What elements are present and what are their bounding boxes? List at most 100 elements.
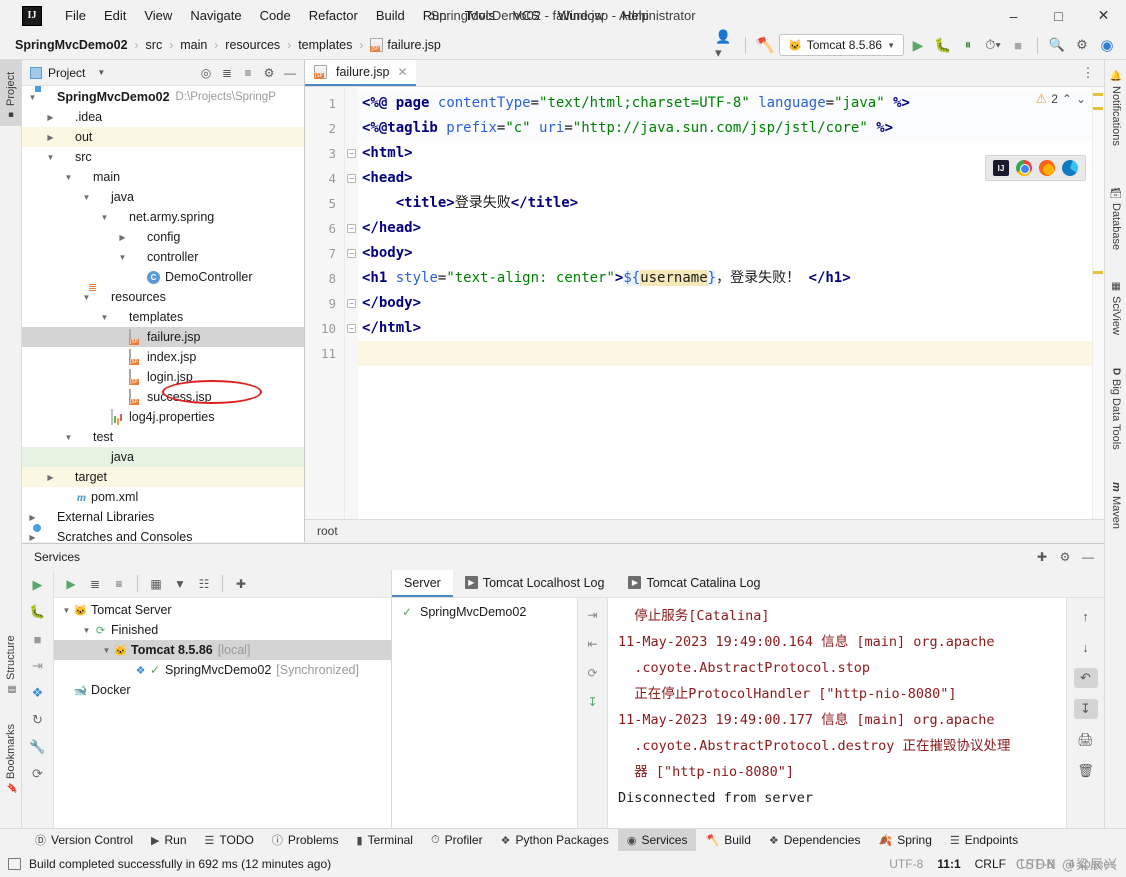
scroll-down-icon[interactable]: ↓ [1074, 637, 1098, 657]
open-in-browser-popup[interactable]: IJ [985, 155, 1086, 181]
project-tree-row[interactable]: ▼ controller [22, 247, 304, 267]
bottom-bar-dependencies[interactable]: ❖ Dependencies [760, 829, 870, 852]
chevron-right-icon[interactable]: ▶ [26, 533, 39, 542]
expand-all-icon[interactable]: ≣ [217, 63, 237, 83]
chevron-right-icon[interactable]: ▶ [116, 233, 129, 242]
stop-button[interactable]: ■ [1007, 34, 1029, 56]
menu-code[interactable]: Code [251, 5, 300, 26]
minimize-button[interactable]: – [991, 0, 1036, 31]
code-line[interactable]: </head> [358, 216, 1104, 241]
sidebar-item-big-data-tools[interactable]: D Big Data Tools [1105, 362, 1126, 472]
chevron-right-icon[interactable]: ▶ [44, 473, 57, 482]
step-in-icon[interactable]: ⇤ [583, 635, 603, 653]
menu-edit[interactable]: Edit [95, 5, 135, 26]
chevron-down-icon[interactable]: ▼ [100, 646, 113, 655]
tab-server[interactable]: Server [392, 570, 453, 597]
menu-window[interactable]: Window [549, 5, 613, 26]
bottom-bar-build[interactable]: 🪓 Build [696, 829, 759, 852]
project-tree-row[interactable]: java [22, 447, 304, 467]
fold-toggle-icon[interactable]: − [345, 141, 358, 166]
bottom-bar-todo[interactable]: ☰ TODO [196, 829, 263, 852]
close-button[interactable]: ✕ [1081, 0, 1126, 31]
menu-run[interactable]: Run [414, 5, 456, 26]
edit-config-icon[interactable]: ❖ [28, 684, 48, 702]
breadcrumb-project[interactable]: SpringMvcDemo02 [12, 37, 131, 53]
gear-icon[interactable]: ⚙ [1055, 547, 1075, 567]
project-tree-row[interactable]: ▶ External Libraries [22, 507, 304, 527]
code-line[interactable]: </body> [358, 291, 1104, 316]
filter-icon[interactable]: ▼ [169, 574, 191, 594]
project-tree-row[interactable]: ▼ net.army.spring [22, 207, 304, 227]
run-button[interactable]: ▶ [907, 34, 929, 56]
services-tree-row[interactable]: ❖ ✓ SpringMvcDemo02 [Synchronized] [54, 660, 391, 680]
scroll-to-end-icon[interactable]: ↧ [1073, 699, 1098, 719]
bottom-bar-version-control[interactable]: Ⓓ Version Control [26, 829, 142, 852]
add-service-icon[interactable]: ✚ [1032, 547, 1052, 567]
prev-problem-icon[interactable]: ⌃ [1062, 92, 1072, 106]
code-content[interactable]: <%@ page contentType="text/html;charset=… [358, 87, 1104, 519]
inspection-widget[interactable]: ⚠ 2 ⌃ ⌄ [1036, 91, 1086, 107]
hammer-icon[interactable]: 🪓 [754, 34, 776, 56]
inspection-scrollbar[interactable] [1092, 87, 1104, 519]
status-encoding[interactable]: UTF-8 [889, 857, 923, 871]
chevron-down-icon[interactable]: ▼ [62, 173, 75, 182]
menu-view[interactable]: View [135, 5, 181, 26]
project-tree-row[interactable]: ▶ target [22, 467, 304, 487]
gear-icon[interactable]: ⚙ [1071, 34, 1093, 56]
fold-toggle-icon[interactable]: − [345, 216, 358, 241]
tab-failure-jsp[interactable]: failure.jsp ✕ [305, 60, 416, 86]
chevron-down-icon[interactable]: ▼ [80, 293, 93, 302]
bottom-bar-problems[interactable]: ⓘ Problems [263, 829, 348, 852]
menu-tools[interactable]: Tools [456, 5, 504, 26]
bottom-bar-spring[interactable]: 🍂 Spring [869, 829, 940, 852]
chevron-down-icon[interactable]: ▼ [80, 193, 93, 202]
project-tree-row[interactable]: ▶ out [22, 127, 304, 147]
collapse-all-icon[interactable]: ≡ [238, 63, 258, 83]
gear-icon[interactable]: ⚙ [259, 63, 279, 83]
chevron-down-icon[interactable]: ▼ [98, 313, 111, 322]
services-tree[interactable]: ▼ 🐱 Tomcat Server ▼ ⟳ Finished ▼ 🐱 Tomcat 8.5.86… [54, 598, 391, 828]
chevron-down-icon[interactable]: ▼ [116, 253, 129, 262]
project-tree-row[interactable]: ▼ templates [22, 307, 304, 327]
menu-vcs[interactable]: VCS [504, 5, 549, 26]
sidebar-item-structure[interactable]: ▤ Structure [0, 620, 22, 700]
services-tree-row[interactable]: ▼ 🐱 Tomcat Server [54, 600, 391, 620]
chevron-down-icon[interactable]: ▼ [91, 63, 111, 83]
code-line[interactable]: </html> [358, 316, 1104, 341]
next-problem-icon[interactable]: ⌄ [1076, 92, 1086, 106]
project-tree-row[interactable]: ▼ test [22, 427, 304, 447]
chrome-icon[interactable] [1016, 160, 1032, 176]
chevron-right-icon[interactable]: ▶ [44, 133, 57, 142]
breadcrumb-src[interactable]: src [143, 37, 166, 53]
status-caret-position[interactable]: 11:1 [937, 857, 960, 871]
debug-icon[interactable]: 🐛 [932, 34, 954, 56]
expand-all-icon[interactable]: ≣ [84, 574, 106, 594]
project-tree-row[interactable]: ▼ SpringMvcDemo02 D:\Projects\SpringP [22, 87, 304, 107]
profile-icon[interactable]: ⏱▾ [982, 34, 1004, 56]
services-tree-row[interactable]: ▼ 🐱 Tomcat 8.5.86 [local] [54, 640, 391, 660]
breadcrumb-file[interactable]: failure.jsp [367, 37, 444, 53]
chevron-down-icon[interactable]: ▼ [80, 626, 93, 635]
status-line-separator[interactable]: CRLF [975, 857, 1006, 871]
stop-icon[interactable]: ■ [28, 630, 48, 648]
edge-icon[interactable] [1062, 160, 1078, 176]
code-line[interactable]: <h1 style="text-align: center">${usernam… [358, 266, 1104, 291]
intellij-browser-icon[interactable]: IJ [993, 160, 1009, 176]
sidebar-item-project[interactable]: ■ Project [0, 60, 22, 126]
trash-icon[interactable]: 🗑 [1074, 761, 1098, 781]
run-with-coverage-icon[interactable]: ⏸ [957, 34, 979, 56]
minimize-icon[interactable]: — [280, 63, 300, 83]
firefox-icon[interactable] [1039, 160, 1055, 176]
deployment-list[interactable]: ✓ SpringMvcDemo02 [392, 598, 577, 828]
chevron-down-icon[interactable]: ▼ [98, 213, 111, 222]
menu-refactor[interactable]: Refactor [300, 5, 367, 26]
rerun-icon[interactable]: ↻ [28, 711, 48, 729]
refresh-icon[interactable]: ⟳ [28, 765, 48, 783]
locate-icon[interactable]: ◎ [196, 63, 216, 83]
run-icon[interactable]: ▶ [28, 576, 48, 594]
ai-assistant-icon[interactable]: ◉ [1096, 34, 1118, 56]
show-options-icon[interactable]: ☷ [193, 574, 215, 594]
breadcrumb-templates[interactable]: templates [295, 37, 355, 53]
services-tree-row[interactable]: 🐋 Docker [54, 680, 391, 700]
chevron-down-icon[interactable]: ▼ [44, 153, 57, 162]
